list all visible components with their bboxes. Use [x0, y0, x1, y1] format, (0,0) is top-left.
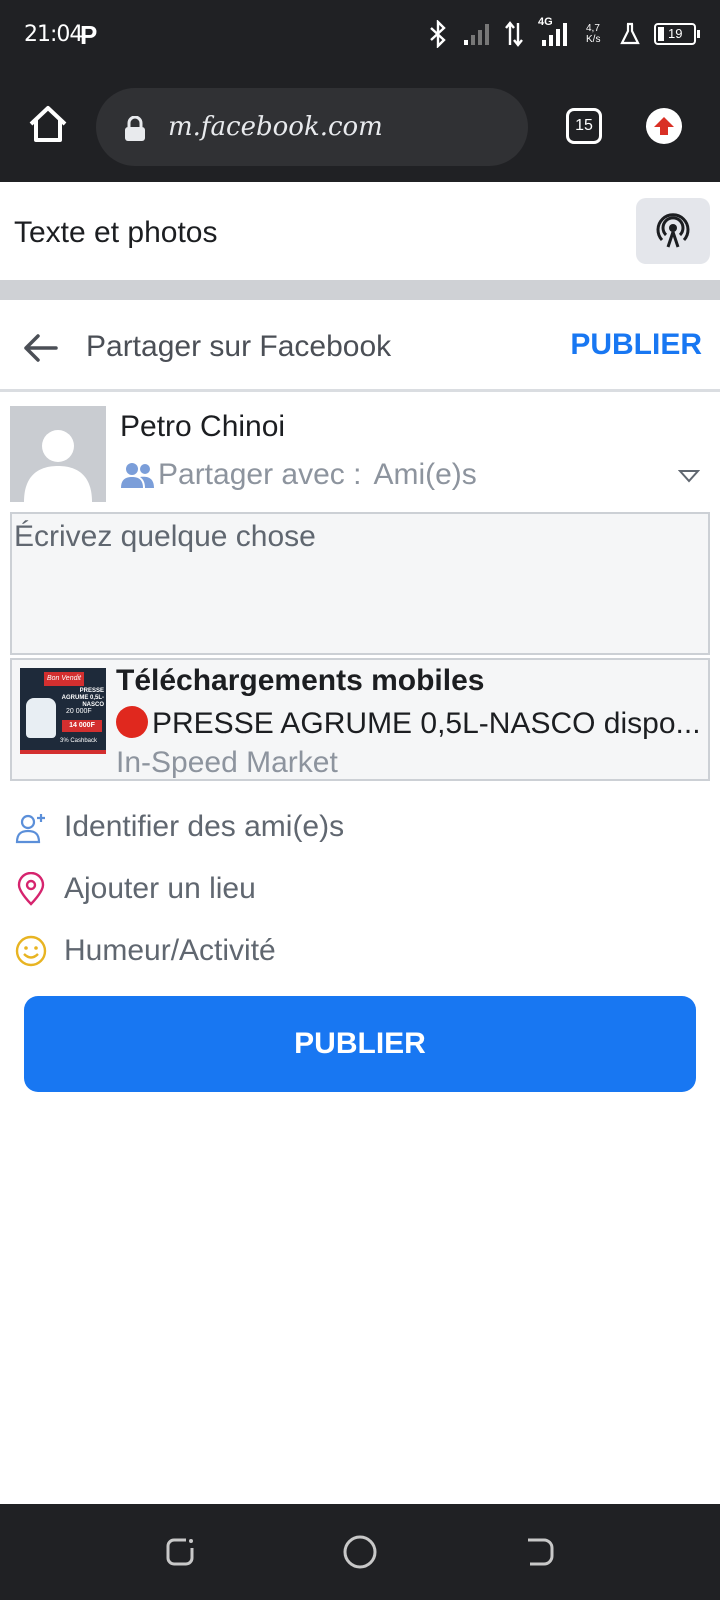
add-friend-icon	[14, 810, 48, 844]
signal-weak-icon	[464, 24, 489, 45]
status-icons: 4G 4,7 K/s 19	[428, 16, 700, 48]
thumb-product: PRESSE AGRUME 0,5L-NASCO	[61, 688, 104, 708]
back-button[interactable]	[20, 328, 60, 373]
link-preview-card[interactable]: Bon Vendit PRESSE AGRUME 0,5L-NASCO 20 0…	[10, 658, 710, 781]
share-header: Partager sur Facebook PUBLIER	[0, 300, 720, 392]
home-icon	[29, 106, 67, 142]
location-pin-icon	[14, 872, 48, 906]
status-bar: 21:04 P 4G 4,7 K/s 19	[0, 0, 720, 72]
preview-thumbnail: Bon Vendit PRESSE AGRUME 0,5L-NASCO 20 0…	[20, 668, 106, 754]
lab-flask-icon	[620, 22, 640, 45]
thumb-banner: Bon Vendit	[44, 672, 84, 686]
preview-description: PRESSE AGRUME 0,5L-NASCO dispo...	[116, 706, 701, 741]
arrow-up-icon	[654, 117, 674, 135]
back-nav-button[interactable]	[520, 1532, 560, 1572]
friends-icon	[121, 463, 154, 488]
page-title: Partager sur Facebook	[86, 330, 392, 363]
composer-placeholder: Écrivez quelque chose	[14, 520, 316, 553]
chevron-down-icon[interactable]	[678, 468, 700, 484]
lock-icon	[125, 116, 145, 141]
update-button[interactable]	[646, 108, 682, 144]
thumb-footer: 3% Cashback	[60, 738, 98, 744]
thumb-old-price: 20 000F	[66, 708, 92, 715]
section-title: Texte et photos	[14, 216, 218, 249]
preview-source: In-Speed Market	[116, 746, 338, 779]
audience-value: Ami(e)s	[373, 458, 477, 491]
product-image	[26, 698, 56, 738]
preview-description-text: PRESSE AGRUME 0,5L-NASCO dispo...	[152, 707, 701, 740]
home-circle-icon	[343, 1535, 377, 1569]
url-bar[interactable]: m.facebook.com	[96, 88, 528, 166]
smiley-icon	[14, 934, 48, 968]
default-avatar-icon	[24, 430, 92, 502]
add-location-action[interactable]: Ajouter un lieu	[14, 864, 614, 914]
feeling-activity-label: Humeur/Activité	[64, 934, 276, 967]
broadcast-icon	[656, 213, 690, 248]
network-speed: 4,7 K/s	[586, 23, 601, 45]
publish-link[interactable]: PUBLIER	[570, 328, 702, 362]
author-name: Petro Chinoi	[120, 410, 286, 443]
signal-4g-icon: 4G	[538, 16, 572, 48]
publish-button[interactable]: PUBLIER	[24, 996, 696, 1092]
tag-friends-action[interactable]: Identifier des ami(e)s	[14, 802, 614, 852]
recent-apps-icon	[166, 1538, 194, 1566]
browser-toolbar: m.facebook.com 15	[0, 72, 720, 182]
divider	[0, 280, 720, 300]
add-location-label: Ajouter un lieu	[64, 872, 256, 905]
battery-icon: 19	[654, 23, 700, 45]
data-transfer-icon	[505, 21, 523, 47]
live-broadcast-button[interactable]	[636, 198, 710, 264]
clock: 21:04	[24, 22, 83, 47]
arrow-left-icon	[24, 334, 58, 362]
tag-friends-label: Identifier des ami(e)s	[64, 810, 345, 843]
bluetooth-icon	[430, 20, 446, 48]
home-button[interactable]	[26, 102, 70, 146]
url-text: m.facebook.com	[168, 112, 383, 142]
avatar	[10, 406, 106, 502]
preview-title: Téléchargements mobiles	[116, 664, 485, 697]
audience-label: Partager avec :	[158, 458, 362, 491]
post-text-input[interactable]: Écrivez quelque chose	[10, 512, 710, 655]
author-row: Petro Chinoi Partager avec : Ami(e)s	[10, 406, 710, 502]
navigation-bar	[0, 1504, 720, 1600]
back-nav-icon	[528, 1538, 554, 1566]
tab-switcher-button[interactable]: 15	[566, 108, 602, 144]
audience-selector[interactable]: Partager avec : Ami(e)s	[120, 458, 477, 492]
home-nav-button[interactable]	[340, 1532, 380, 1572]
app-notification-icon: P	[80, 20, 98, 50]
red-circle-icon	[116, 706, 148, 738]
battery-level: 19	[668, 26, 683, 41]
section-header: Texte et photos	[0, 186, 720, 280]
thumb-new-price: 14 000F	[62, 720, 102, 732]
feeling-activity-action[interactable]: Humeur/Activité	[14, 926, 614, 976]
recent-apps-button[interactable]	[160, 1532, 200, 1572]
